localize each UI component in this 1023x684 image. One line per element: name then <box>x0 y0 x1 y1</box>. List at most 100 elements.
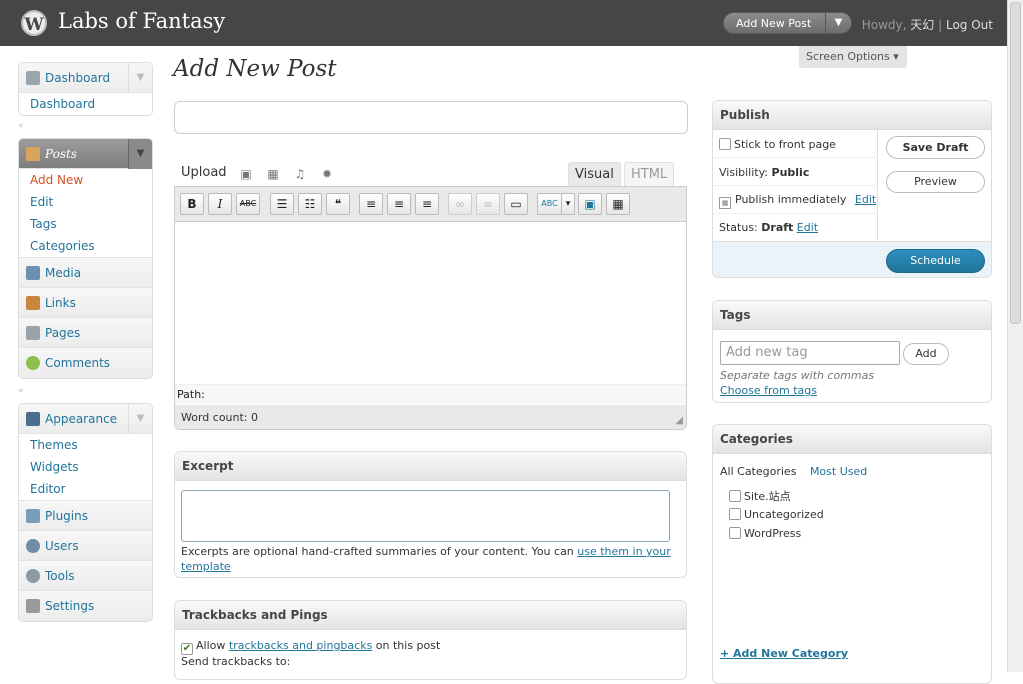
menu-item-links[interactable]: Links <box>19 288 152 318</box>
allow-pings-checkbox[interactable]: ✔ <box>181 643 193 655</box>
edit-date-link[interactable]: Edit <box>855 193 876 206</box>
publish-box: Publish Stick to front page Visibility: … <box>712 100 992 278</box>
italic-button[interactable]: I <box>208 193 232 215</box>
tab-visual[interactable]: Visual <box>568 162 621 187</box>
add-tag-button[interactable]: Add <box>903 343 949 365</box>
post-content-editor[interactable]: B I ABC ☰ ☷ ❝ ≡ ≡ ≡ ∞ ∞ ▭ ABC ▾ ▣ ▦ Path… <box>174 186 687 430</box>
menu-item-posts[interactable]: Posts ▼ <box>19 139 152 169</box>
insert-more-button[interactable]: ▭ <box>504 193 528 215</box>
edit-status-link[interactable]: Edit <box>797 221 818 234</box>
align-right-button[interactable]: ≡ <box>415 193 439 215</box>
menu-separator-icon[interactable]: « <box>18 386 28 396</box>
sticky-row: Stick to front page <box>719 138 836 151</box>
fullscreen-button[interactable]: ▣ <box>578 193 602 215</box>
submenu-item-add-new[interactable]: Add New <box>19 169 152 191</box>
user-name-link[interactable]: 天幻 <box>910 18 934 32</box>
category-checkbox[interactable] <box>729 508 741 520</box>
post-title-input[interactable] <box>174 101 688 134</box>
menu-item-plugins[interactable]: Plugins <box>19 501 152 531</box>
tab-most-used[interactable]: Most Used <box>810 465 867 478</box>
resize-handle-icon[interactable]: ◢ <box>675 415 683 426</box>
category-checkbox[interactable] <box>729 490 741 502</box>
menu-label-comments[interactable]: Comments <box>45 356 110 370</box>
menu-item-media[interactable]: Media <box>19 258 152 288</box>
submenu-item-editor[interactable]: Editor <box>19 478 152 500</box>
submenu-item-edit[interactable]: Edit <box>19 191 152 213</box>
add-new-category-link[interactable]: + Add New Category <box>720 647 848 660</box>
insert-link-button[interactable]: ∞ <box>448 193 472 215</box>
menu-toggle-icon[interactable]: ▼ <box>128 404 152 434</box>
add-audio-icon[interactable]: ♫ <box>294 168 306 180</box>
schedule-button[interactable]: Schedule <box>886 249 985 273</box>
menu-item-pages[interactable]: Pages <box>19 318 152 348</box>
menu-label-settings[interactable]: Settings <box>45 599 94 613</box>
favorite-action-label[interactable]: Add New Post <box>736 17 811 30</box>
menu-label-links[interactable]: Links <box>45 296 76 310</box>
screen-options-button[interactable]: Screen Options ▾ <box>799 46 907 68</box>
strikethrough-button[interactable]: ABC <box>236 193 260 215</box>
tools-icon <box>26 569 40 583</box>
plugins-icon <box>26 509 40 523</box>
menu-label-tools[interactable]: Tools <box>45 569 75 583</box>
menu-label-pages[interactable]: Pages <box>45 326 80 340</box>
submenu-item-themes[interactable]: Themes <box>19 434 152 456</box>
menu-label-posts[interactable]: Posts <box>45 147 77 161</box>
spellcheck-button[interactable]: ABC <box>537 193 562 215</box>
sticky-checkbox[interactable] <box>719 138 731 150</box>
trackbacks-title[interactable]: Trackbacks and Pings <box>175 601 686 630</box>
add-media-icon[interactable]: ✹ <box>321 168 333 180</box>
tags-title[interactable]: Tags <box>713 301 991 330</box>
blockquote-button[interactable]: ❝ <box>326 193 350 215</box>
kitchen-sink-button[interactable]: ▦ <box>606 193 630 215</box>
favorite-actions-button[interactable]: Add New Post ▼ <box>723 12 852 34</box>
logout-link[interactable]: Log Out <box>946 18 993 32</box>
category-checkbox[interactable] <box>729 527 741 539</box>
menu-item-dashboard[interactable]: Dashboard ▼ <box>19 63 152 93</box>
submenu-item-tags[interactable]: Tags <box>19 213 152 235</box>
tab-html[interactable]: HTML <box>624 162 675 187</box>
howdy-text: Howdy, <box>861 18 907 32</box>
menu-item-settings[interactable]: Settings <box>19 591 152 621</box>
scrollbar-thumb[interactable] <box>1010 2 1021 324</box>
menu-label-users[interactable]: Users <box>45 539 79 553</box>
site-title[interactable]: Labs of Fantasy <box>58 9 225 33</box>
menu-label-appearance[interactable]: Appearance <box>45 412 117 426</box>
submenu-item-dashboard[interactable]: Dashboard <box>19 93 152 115</box>
tab-all-categories[interactable]: All Categories <box>720 465 796 478</box>
add-image-icon[interactable]: ▣ <box>240 168 252 180</box>
submenu-item-widgets[interactable]: Widgets <box>19 456 152 478</box>
pages-icon <box>26 326 40 340</box>
menu-item-appearance[interactable]: Appearance ▼ <box>19 404 152 434</box>
bold-button[interactable]: B <box>180 193 204 215</box>
categories-title[interactable]: Categories <box>713 425 991 454</box>
menu-item-tools[interactable]: Tools <box>19 561 152 591</box>
save-draft-button[interactable]: Save Draft <box>886 136 985 159</box>
chevron-down-icon[interactable]: ▼ <box>825 13 851 33</box>
publish-title[interactable]: Publish <box>713 101 991 130</box>
align-center-button[interactable]: ≡ <box>387 193 411 215</box>
choose-tags-link[interactable]: Choose from tags <box>720 384 817 397</box>
menu-label-dashboard[interactable]: Dashboard <box>45 71 110 85</box>
menu-item-users[interactable]: Users <box>19 531 152 561</box>
add-video-icon[interactable]: ▦ <box>267 168 279 180</box>
menu-item-comments[interactable]: Comments <box>19 348 152 378</box>
menu-separator-icon[interactable]: « <box>18 121 28 131</box>
menu-dashboard-group: Dashboard ▼ Dashboard <box>18 62 153 116</box>
new-tag-input[interactable]: Add new tag <box>720 341 900 365</box>
align-left-button[interactable]: ≡ <box>359 193 383 215</box>
excerpt-title[interactable]: Excerpt <box>175 452 686 481</box>
page-scrollbar[interactable] <box>1007 0 1023 672</box>
menu-label-plugins[interactable]: Plugins <box>45 509 88 523</box>
allow-pings-row: ✔ Allow trackbacks and pingbacks on this … <box>181 639 440 655</box>
numbered-list-button[interactable]: ☷ <box>298 193 322 215</box>
menu-label-media[interactable]: Media <box>45 266 81 280</box>
preview-button[interactable]: Preview <box>886 171 985 193</box>
bullet-list-button[interactable]: ☰ <box>270 193 294 215</box>
spellcheck-menu-icon[interactable]: ▾ <box>561 193 575 215</box>
trackbacks-link[interactable]: trackbacks and pingbacks <box>229 639 372 652</box>
submenu-item-categories[interactable]: Categories <box>19 235 152 257</box>
menu-toggle-icon[interactable]: ▼ <box>128 139 152 169</box>
unlink-button[interactable]: ∞ <box>476 193 500 215</box>
menu-toggle-icon[interactable]: ▼ <box>128 63 152 93</box>
excerpt-textarea[interactable] <box>181 490 670 542</box>
